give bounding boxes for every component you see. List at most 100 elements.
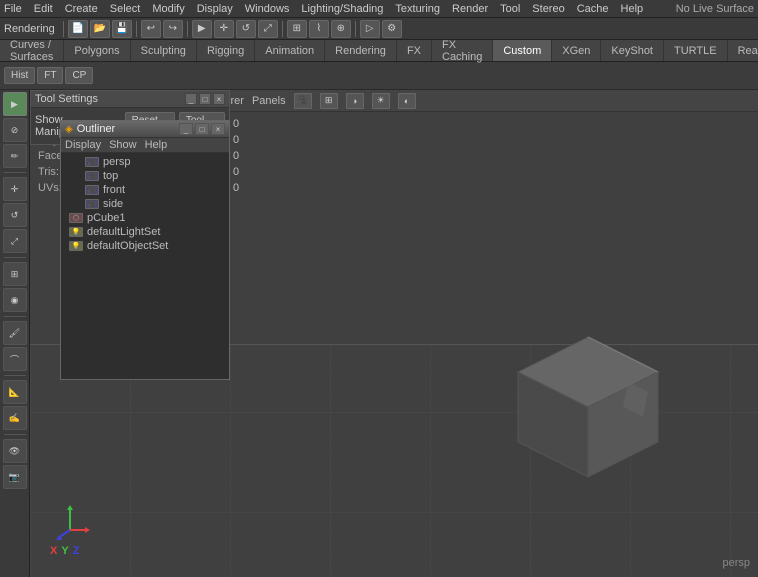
tool-settings-header: Tool Settings _ □ × xyxy=(31,91,229,108)
select-btn[interactable]: ▶ xyxy=(192,20,212,38)
snap-point-btn[interactable]: ⊕ xyxy=(331,20,351,38)
tab-curves[interactable]: Curves / Surfaces xyxy=(0,40,64,61)
snap-grid-btn[interactable]: ⊞ xyxy=(287,20,307,38)
tab-keyshot[interactable]: KeyShot xyxy=(601,40,664,61)
annotation-btn[interactable]: ✍ xyxy=(3,406,27,430)
cam-icon-persp: 🎥 xyxy=(85,157,99,167)
outliner-win-btns: _ □ × xyxy=(179,123,225,135)
move-tool-btn[interactable]: ✛ xyxy=(3,177,27,201)
vp-menu-panels[interactable]: Panels xyxy=(252,95,286,107)
tab-turtle[interactable]: TURTLE xyxy=(664,40,728,61)
vp-lighting-icon[interactable]: ☀ xyxy=(372,93,390,109)
vp-camera-icon[interactable]: 🎥 xyxy=(294,93,312,109)
outliner-restore-btn[interactable]: □ xyxy=(195,123,209,135)
scale-btn[interactable]: ⤢ xyxy=(258,20,278,38)
outliner-label-lightset: defaultLightSet xyxy=(87,226,160,238)
tab-fx[interactable]: FX xyxy=(397,40,432,61)
curve-btn[interactable]: ⌒ xyxy=(3,347,27,371)
outliner-menu-display[interactable]: Display xyxy=(65,139,101,151)
tab-bar: Curves / Surfaces Polygons Sculpting Rig… xyxy=(0,40,758,62)
soft-mod-btn[interactable]: ◉ xyxy=(3,288,27,312)
outliner-body[interactable]: 🎥 persp 🎥 top 🎥 front 🎥 side ⬡ pCu xyxy=(61,153,229,379)
shape-icon-pcube: ⬡ xyxy=(69,213,83,223)
lt-sep2 xyxy=(4,257,26,258)
tab-rendering[interactable]: Rendering xyxy=(325,40,397,61)
snap-curve-btn[interactable]: ⌇ xyxy=(309,20,329,38)
menu-file[interactable]: File xyxy=(4,3,22,15)
tab-realflow[interactable]: RealFlow xyxy=(728,40,758,61)
menu-cache[interactable]: Cache xyxy=(577,3,609,15)
rotate-tool-btn[interactable]: ↺ xyxy=(3,203,27,227)
move-btn[interactable]: ✛ xyxy=(214,20,234,38)
axis-y-label: Y xyxy=(61,545,68,557)
outliner-item-persp[interactable]: 🎥 persp xyxy=(61,155,229,169)
tab-sculpting[interactable]: Sculpting xyxy=(131,40,197,61)
tab-animation[interactable]: Animation xyxy=(255,40,325,61)
ts-maximize-btn[interactable]: □ xyxy=(199,93,211,105)
menu-tool[interactable]: Tool xyxy=(500,3,520,15)
axis-z-label: Z xyxy=(73,545,80,557)
render-settings-btn[interactable]: ⚙ xyxy=(382,20,402,38)
tab-rigging[interactable]: Rigging xyxy=(197,40,255,61)
menu-edit[interactable]: Edit xyxy=(34,3,53,15)
redo-btn[interactable]: ↪ xyxy=(163,20,183,38)
outliner-item-side[interactable]: 🎥 side xyxy=(61,197,229,211)
lasso-btn[interactable]: ⊘ xyxy=(3,118,27,142)
vp-shadow-icon[interactable]: ◐ xyxy=(398,93,416,109)
tab-custom[interactable]: Custom xyxy=(493,40,552,61)
rotate-btn[interactable]: ↺ xyxy=(236,20,256,38)
menu-stereo[interactable]: Stereo xyxy=(532,3,564,15)
lt-sep4 xyxy=(4,375,26,376)
viewport: View Shading Lighting Show Renderer Pane… xyxy=(30,90,758,577)
menu-help[interactable]: Help xyxy=(621,3,644,15)
light-icon-lightset: 💡 xyxy=(69,227,83,237)
menu-modify[interactable]: Modify xyxy=(152,3,184,15)
menu-render[interactable]: Render xyxy=(452,3,488,15)
open-scene-btn[interactable]: 📂 xyxy=(90,20,110,38)
outliner-item-lightset[interactable]: 💡 defaultLightSet xyxy=(61,225,229,239)
ts-minimize-btn[interactable]: _ xyxy=(185,93,197,105)
undo-btn[interactable]: ↩ xyxy=(141,20,161,38)
vp-grid-icon[interactable]: ⊞ xyxy=(320,93,338,109)
paint-btn[interactable]: ✏ xyxy=(3,144,27,168)
shelf-ft-btn[interactable]: FT xyxy=(37,67,63,84)
menu-lighting[interactable]: Lighting/Shading xyxy=(301,3,383,15)
save-scene-btn[interactable]: 💾 xyxy=(112,20,132,38)
outliner-item-top[interactable]: 🎥 top xyxy=(61,169,229,183)
view-btn[interactable]: 👁 xyxy=(3,439,27,463)
scale-tool-btn[interactable]: ⤢ xyxy=(3,229,27,253)
tab-polygons[interactable]: Polygons xyxy=(64,40,130,61)
outliner-item-front[interactable]: 🎥 front xyxy=(61,183,229,197)
outliner-menu-show[interactable]: Show xyxy=(109,139,137,151)
new-scene-btn[interactable]: 📄 xyxy=(68,20,88,38)
menu-select[interactable]: Select xyxy=(110,3,141,15)
ts-close-btn[interactable]: × xyxy=(213,93,225,105)
outliner-minimize-btn[interactable]: _ xyxy=(179,123,193,135)
light-icon-objectset: 💡 xyxy=(69,241,83,251)
outliner-item-objectset[interactable]: 💡 defaultObjectSet xyxy=(61,239,229,253)
shelf-hist-btn[interactable]: Hist xyxy=(4,67,35,84)
render-btn[interactable]: ▷ xyxy=(360,20,380,38)
tab-fxcaching[interactable]: FX Caching xyxy=(432,40,493,61)
measure-btn[interactable]: 📐 xyxy=(3,380,27,404)
menu-windows[interactable]: Windows xyxy=(245,3,290,15)
separator2 xyxy=(136,21,137,37)
cam-icon-front: 🎥 xyxy=(85,185,99,195)
faces-v3: 0 xyxy=(233,148,273,164)
menu-create[interactable]: Create xyxy=(65,3,98,15)
outliner-item-pcube[interactable]: ⬡ pCube1 xyxy=(61,211,229,225)
vp-shading-icon[interactable]: ◑ xyxy=(346,93,364,109)
rendering-label: Rendering xyxy=(4,23,55,35)
menu-display[interactable]: Display xyxy=(197,3,233,15)
shelf-cp-btn[interactable]: CP xyxy=(65,67,93,84)
sculpt-btn[interactable]: 🖌 xyxy=(3,321,27,345)
camera-btn[interactable]: 📷 xyxy=(3,465,27,489)
universal-manip-btn[interactable]: ⊞ xyxy=(3,262,27,286)
outliner-label-top: top xyxy=(103,170,118,182)
tab-xgen[interactable]: XGen xyxy=(552,40,601,61)
outliner-close-btn[interactable]: × xyxy=(211,123,225,135)
outliner-title: ◈ Outliner xyxy=(65,123,115,135)
select-tool-btn[interactable]: ▶ xyxy=(3,92,27,116)
menu-texturing[interactable]: Texturing xyxy=(395,3,440,15)
outliner-menu-help[interactable]: Help xyxy=(145,139,168,151)
